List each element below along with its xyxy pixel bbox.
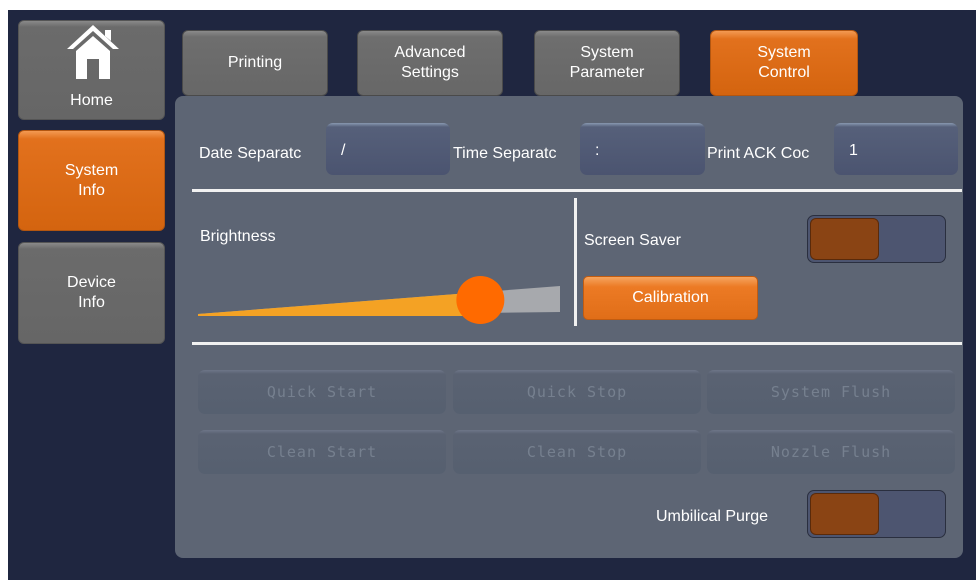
- brightness-knob: [456, 276, 505, 324]
- tab-advanced-line2: Settings: [401, 64, 459, 81]
- nozzle-flush-label: Nozzle Flush: [770, 443, 892, 461]
- clean-stop-button[interactable]: Clean Stop: [453, 430, 701, 474]
- house-icon: [67, 25, 119, 79]
- brightness-label: Brightness: [200, 228, 276, 245]
- sidebar-item-device-info[interactable]: Device Info: [18, 242, 165, 344]
- tab-advanced-settings[interactable]: Advanced Settings: [357, 30, 503, 96]
- screen-saver-toggle-knob: [810, 218, 879, 260]
- tab-param-line2: Parameter: [569, 64, 645, 81]
- device-info-label-line1: Device: [67, 274, 116, 291]
- calibration-button[interactable]: Calibration: [583, 276, 758, 320]
- system-flush-button[interactable]: System Flush: [707, 370, 955, 414]
- print-ack-value: 1: [849, 142, 858, 159]
- clean-start-label: Clean Start: [266, 443, 378, 461]
- time-separator-label: Time Separatc: [453, 145, 557, 162]
- divider-bottom: [192, 342, 962, 345]
- tab-control-label: System Control: [757, 43, 810, 83]
- clean-start-button[interactable]: Clean Start: [198, 430, 446, 474]
- time-separator-field[interactable]: :: [580, 123, 705, 175]
- system-info-label-line1: System: [64, 161, 119, 179]
- umbilical-purge-toggle-knob: [810, 493, 879, 535]
- divider-vertical: [574, 198, 577, 326]
- date-separator-value: /: [341, 142, 346, 159]
- screen-saver-label: Screen Saver: [584, 232, 681, 249]
- tab-advanced-line1: Advanced: [394, 44, 466, 61]
- sidebar-item-system-info[interactable]: System Info: [18, 130, 165, 231]
- tab-param-line1: System: [580, 44, 634, 61]
- system-info-label-line2: Info: [78, 181, 105, 199]
- umbilical-purge-label: Umbilical Purge: [656, 508, 769, 525]
- tab-system-control[interactable]: System Control: [710, 30, 858, 96]
- time-separator-value: :: [595, 142, 600, 159]
- quick-stop-label: Quick Stop: [526, 383, 628, 401]
- device-info-label-line2: Info: [78, 294, 105, 311]
- date-separator-field[interactable]: /: [326, 123, 450, 175]
- tab-printing-label: Printing: [227, 54, 283, 71]
- date-separator-label: Date Separatc: [199, 145, 302, 162]
- umbilical-purge-toggle[interactable]: [807, 490, 946, 538]
- brightness-slider[interactable]: [198, 270, 560, 326]
- quick-start-button[interactable]: Quick Start: [198, 370, 446, 414]
- calibration-label: Calibration: [632, 289, 709, 306]
- tab-param-label: System Parameter: [570, 43, 645, 83]
- brightness-fill: [198, 292, 481, 316]
- tab-system-parameter[interactable]: System Parameter: [534, 30, 680, 96]
- home-button[interactable]: Home: [18, 20, 165, 120]
- system-flush-label: System Flush: [770, 383, 892, 401]
- tab-control-line1: System: [757, 44, 811, 61]
- tab-advanced-label: Advanced Settings: [394, 43, 465, 83]
- screen-saver-toggle[interactable]: [807, 215, 946, 263]
- quick-start-label: Quick Start: [266, 383, 378, 401]
- print-ack-field[interactable]: 1: [834, 123, 958, 175]
- quick-stop-button[interactable]: Quick Stop: [453, 370, 701, 414]
- print-ack-label: Print ACK Coc: [707, 145, 810, 162]
- tab-control-line2: Control: [758, 64, 810, 81]
- home-label: Home: [70, 92, 113, 109]
- clean-stop-label: Clean Stop: [526, 443, 628, 461]
- divider-top: [192, 189, 962, 192]
- nozzle-flush-button[interactable]: Nozzle Flush: [707, 430, 955, 474]
- tab-printing[interactable]: Printing: [182, 30, 328, 96]
